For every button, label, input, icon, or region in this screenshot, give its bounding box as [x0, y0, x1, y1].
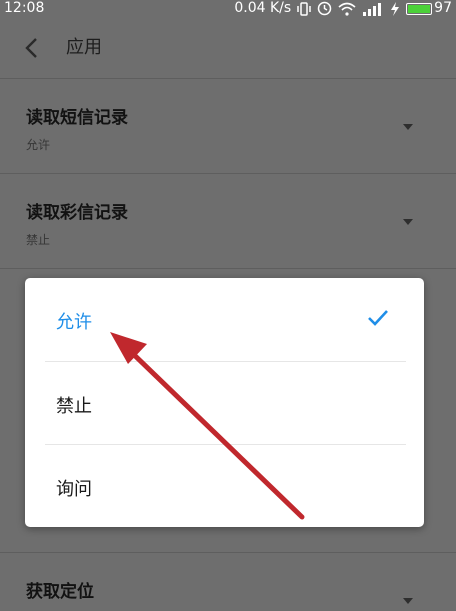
option-allow[interactable]: 允许: [25, 278, 424, 361]
row-divider: [0, 268, 456, 269]
vibrate-icon: [297, 1, 311, 16]
status-time: 12:08: [4, 0, 45, 16]
permission-title: 读取短信记录: [26, 108, 128, 128]
wifi-icon: [338, 2, 356, 16]
option-label: 询问: [56, 479, 92, 500]
permission-value: 禁止: [26, 233, 51, 247]
alarm-icon: [317, 1, 332, 16]
app-header: 应用: [0, 22, 456, 74]
permission-title: 获取定位: [26, 582, 94, 602]
chevron-left-icon[interactable]: [22, 36, 42, 60]
signal-icon: [362, 2, 384, 16]
network-speed: 0.04 K/s: [234, 0, 292, 16]
permission-option-dialog: 允许 禁止 询问: [25, 278, 424, 527]
status-right: 0.04 K/s 97: [234, 0, 452, 17]
dropdown-caret-icon: [403, 124, 413, 130]
battery-level: 97: [434, 0, 452, 16]
permission-value: 允许: [26, 138, 51, 152]
page-title: 应用: [66, 37, 102, 58]
option-deny[interactable]: 禁止: [25, 362, 424, 445]
permission-row-mms[interactable]: 读取彩信记录 禁止: [0, 174, 456, 268]
dropdown-caret-icon: [403, 598, 413, 604]
option-label: 禁止: [56, 396, 92, 417]
dropdown-caret-icon: [403, 219, 413, 225]
checkmark-icon: [366, 308, 390, 328]
battery-icon: 97: [406, 0, 452, 17]
permission-row-location[interactable]: 获取定位: [0, 553, 456, 611]
option-label: 允许: [56, 312, 92, 333]
option-ask[interactable]: 询问: [25, 445, 424, 528]
charging-icon: [390, 1, 400, 16]
status-bar: 12:08 0.04 K/s 97: [0, 0, 456, 17]
permission-title: 读取彩信记录: [26, 203, 128, 223]
permission-row-sms[interactable]: 读取短信记录 允许: [0, 79, 456, 173]
